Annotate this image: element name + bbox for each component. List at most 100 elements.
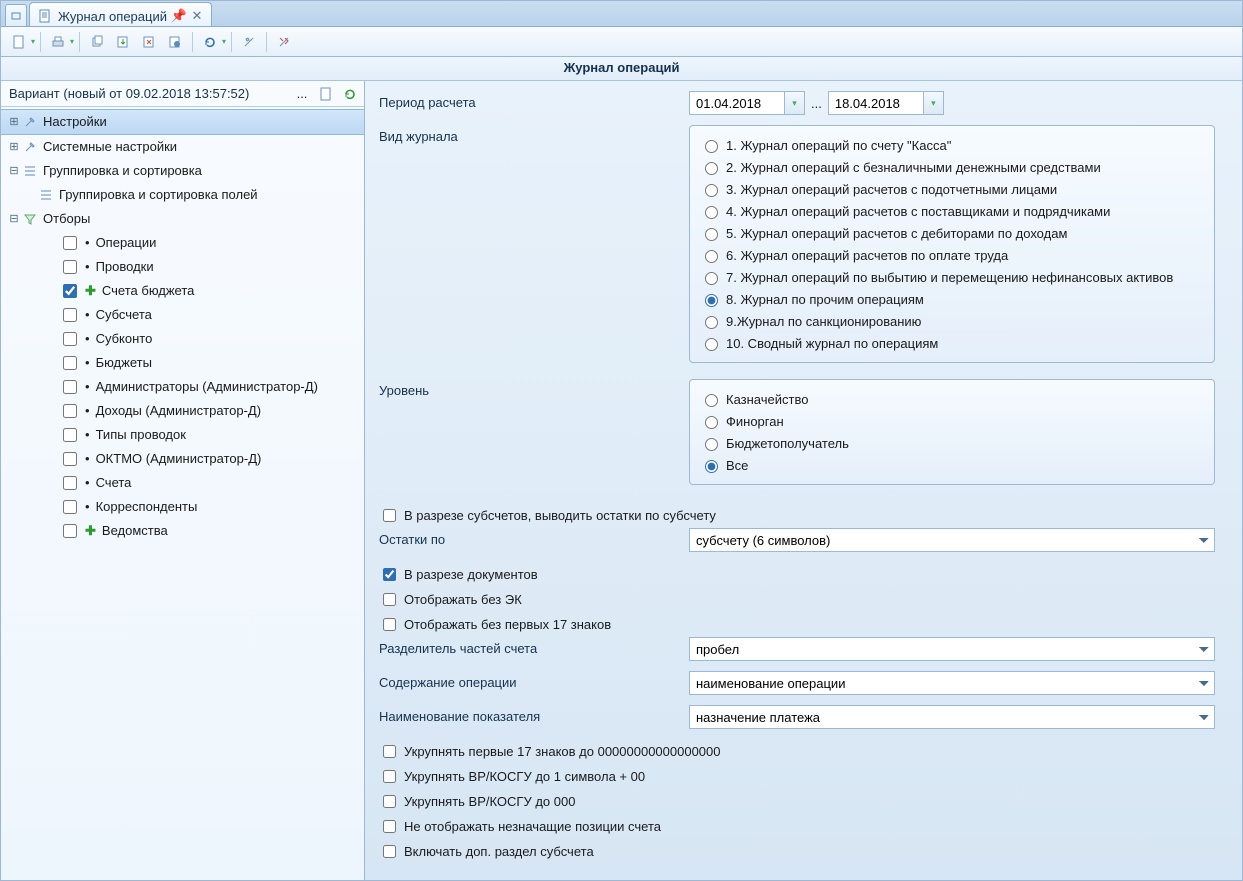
journal-type-radio[interactable] — [705, 294, 718, 307]
tree-filter-item[interactable]: ·•Корреспонденты — [1, 495, 364, 519]
journal-type-radio[interactable] — [705, 272, 718, 285]
journal-type-option[interactable]: 7. Журнал операций по выбытию и перемеще… — [700, 266, 1204, 288]
date-from-input[interactable] — [689, 91, 785, 115]
balances-select[interactable]: субсчету (6 символов) — [689, 528, 1215, 552]
tree-filter-item[interactable]: ·•Проводки — [1, 255, 364, 279]
chk-vr000[interactable] — [383, 795, 396, 808]
expand-icon[interactable]: ⊞ — [7, 137, 21, 157]
tree-filter-item[interactable]: ·•Субконто — [1, 327, 364, 351]
variant-refresh-icon[interactable] — [340, 84, 360, 104]
tree-filter-item[interactable]: ·•Бюджеты — [1, 351, 364, 375]
tree-filter-item[interactable]: ·•Типы проводок — [1, 423, 364, 447]
chk-subaccounts[interactable] — [383, 509, 396, 522]
collapse-icon[interactable]: ⊟ — [7, 209, 21, 229]
chk-by-docs[interactable] — [383, 568, 396, 581]
level-option[interactable]: Бюджетополучатель — [700, 432, 1204, 454]
level-radio[interactable] — [705, 438, 718, 451]
tree-node-grouping-fields[interactable]: · Группировка и сортировка полей — [1, 183, 364, 207]
tree-node-filters[interactable]: ⊟ Отборы — [1, 207, 364, 231]
journal-type-radio[interactable] — [705, 250, 718, 263]
tool-copy[interactable] — [85, 31, 109, 53]
chk-no-ek[interactable] — [383, 593, 396, 606]
indicator-select[interactable]: назначение платежа — [689, 705, 1215, 729]
tab-close-icon[interactable]: ✕ — [191, 10, 203, 22]
tool-settings[interactable] — [237, 31, 261, 53]
chk-incl-addsub[interactable] — [383, 845, 396, 858]
tool-new-dd[interactable]: ▾ — [31, 37, 35, 46]
tree-filter-checkbox[interactable] — [63, 356, 77, 370]
journal-type-option[interactable]: 5. Журнал операций расчетов с дебиторами… — [700, 222, 1204, 244]
tool-export-3[interactable] — [163, 31, 187, 53]
level-radio[interactable] — [705, 394, 718, 407]
journal-type-option[interactable]: 4. Журнал операций расчетов с поставщика… — [700, 200, 1204, 222]
tree-filter-checkbox[interactable] — [63, 476, 77, 490]
tool-print-dd[interactable]: ▾ — [70, 37, 74, 46]
tool-export-2[interactable] — [137, 31, 161, 53]
level-radio[interactable] — [705, 416, 718, 429]
tree-filter-item[interactable]: ·✚Счета бюджета — [1, 279, 364, 303]
variant-ellipsis-button[interactable]: ... — [292, 84, 312, 104]
level-option[interactable]: Финорган — [700, 410, 1204, 432]
level-radio[interactable] — [705, 460, 718, 473]
tab-journal[interactable]: Журнал операций 📌 ✕ — [29, 2, 212, 26]
tree-filter-checkbox[interactable] — [63, 500, 77, 514]
tree-filter-item[interactable]: ·•Счета — [1, 471, 364, 495]
op-content-select[interactable]: наименование операции — [689, 671, 1215, 695]
date-to-input[interactable] — [828, 91, 924, 115]
tool-export-1[interactable] — [111, 31, 135, 53]
tree-filter-checkbox[interactable] — [63, 404, 77, 418]
chk-hide-insignif[interactable] — [383, 820, 396, 833]
tool-print[interactable] — [46, 31, 70, 53]
tree-node-system-settings[interactable]: ⊞ Системные настройки — [1, 135, 364, 159]
tree-node-settings[interactable]: ⊞ Настройки — [1, 109, 364, 135]
journal-type-option[interactable]: 9.Журнал по санкционированию — [700, 310, 1204, 332]
tool-refresh-dd[interactable]: ▾ — [222, 37, 226, 46]
tree-filter-item[interactable]: ·•ОКТМО (Администратор-Д) — [1, 447, 364, 471]
tool-delete[interactable] — [272, 31, 296, 53]
tool-refresh[interactable] — [198, 31, 222, 53]
tab-collapse-button[interactable] — [5, 4, 27, 26]
level-option[interactable]: Все — [700, 454, 1204, 476]
level-option[interactable]: Казначейство — [700, 388, 1204, 410]
tree-filter-checkbox[interactable] — [63, 380, 77, 394]
tree-node-grouping[interactable]: ⊟ Группировка и сортировка — [1, 159, 364, 183]
tree-filter-checkbox[interactable] — [63, 236, 77, 250]
tree-filter-checkbox[interactable] — [63, 524, 77, 538]
tree-filter-checkbox[interactable] — [63, 308, 77, 322]
tree-filter-checkbox[interactable] — [63, 452, 77, 466]
journal-type-option[interactable]: 8. Журнал по прочим операциям — [700, 288, 1204, 310]
collapse-icon[interactable]: ⊟ — [7, 161, 21, 181]
journal-type-radio[interactable] — [705, 316, 718, 329]
journal-type-option[interactable]: 10. Сводный журнал по операциям — [700, 332, 1204, 354]
journal-type-radio[interactable] — [705, 228, 718, 241]
tree-filter-item[interactable]: ·•Доходы (Администратор-Д) — [1, 399, 364, 423]
tab-pin-icon[interactable]: 📌 — [173, 10, 185, 22]
journal-type-option[interactable]: 3. Журнал операций расчетов с подотчетны… — [700, 178, 1204, 200]
journal-type-option[interactable]: 6. Журнал операций расчетов по оплате тр… — [700, 244, 1204, 266]
journal-type-radio[interactable] — [705, 206, 718, 219]
chk-vr1[interactable] — [383, 770, 396, 783]
tree-filter-item[interactable]: ·•Администраторы (Администратор-Д) — [1, 375, 364, 399]
tree-filter-checkbox[interactable] — [63, 260, 77, 274]
tree-filter-checkbox[interactable] — [63, 284, 77, 298]
chk-no-first17[interactable] — [383, 618, 396, 631]
journal-type-radio[interactable] — [705, 162, 718, 175]
tree-filter-checkbox[interactable] — [63, 332, 77, 346]
journal-type-option[interactable]: 1. Журнал операций по счету "Касса" — [700, 134, 1204, 156]
date-to-dropdown[interactable]: ▾ — [924, 91, 944, 115]
tree-filter-item[interactable]: ·•Субсчета — [1, 303, 364, 327]
tree-filter-item[interactable]: ·•Операции — [1, 231, 364, 255]
journal-type-radio[interactable] — [705, 338, 718, 351]
journal-type-panel: 1. Журнал операций по счету "Касса"2. Жу… — [689, 125, 1215, 363]
tree-filter-checkbox[interactable] — [63, 428, 77, 442]
date-from-dropdown[interactable]: ▾ — [785, 91, 805, 115]
variant-new-icon[interactable] — [316, 84, 336, 104]
journal-type-option[interactable]: 2. Журнал операций с безналичными денежн… — [700, 156, 1204, 178]
tree-filter-item[interactable]: ·✚Ведомства — [1, 519, 364, 543]
chk-enlarge17[interactable] — [383, 745, 396, 758]
separator-select[interactable]: пробел — [689, 637, 1215, 661]
expand-icon[interactable]: ⊞ — [7, 112, 21, 132]
journal-type-radio[interactable] — [705, 184, 718, 197]
journal-type-radio[interactable] — [705, 140, 718, 153]
tool-new[interactable] — [7, 31, 31, 53]
